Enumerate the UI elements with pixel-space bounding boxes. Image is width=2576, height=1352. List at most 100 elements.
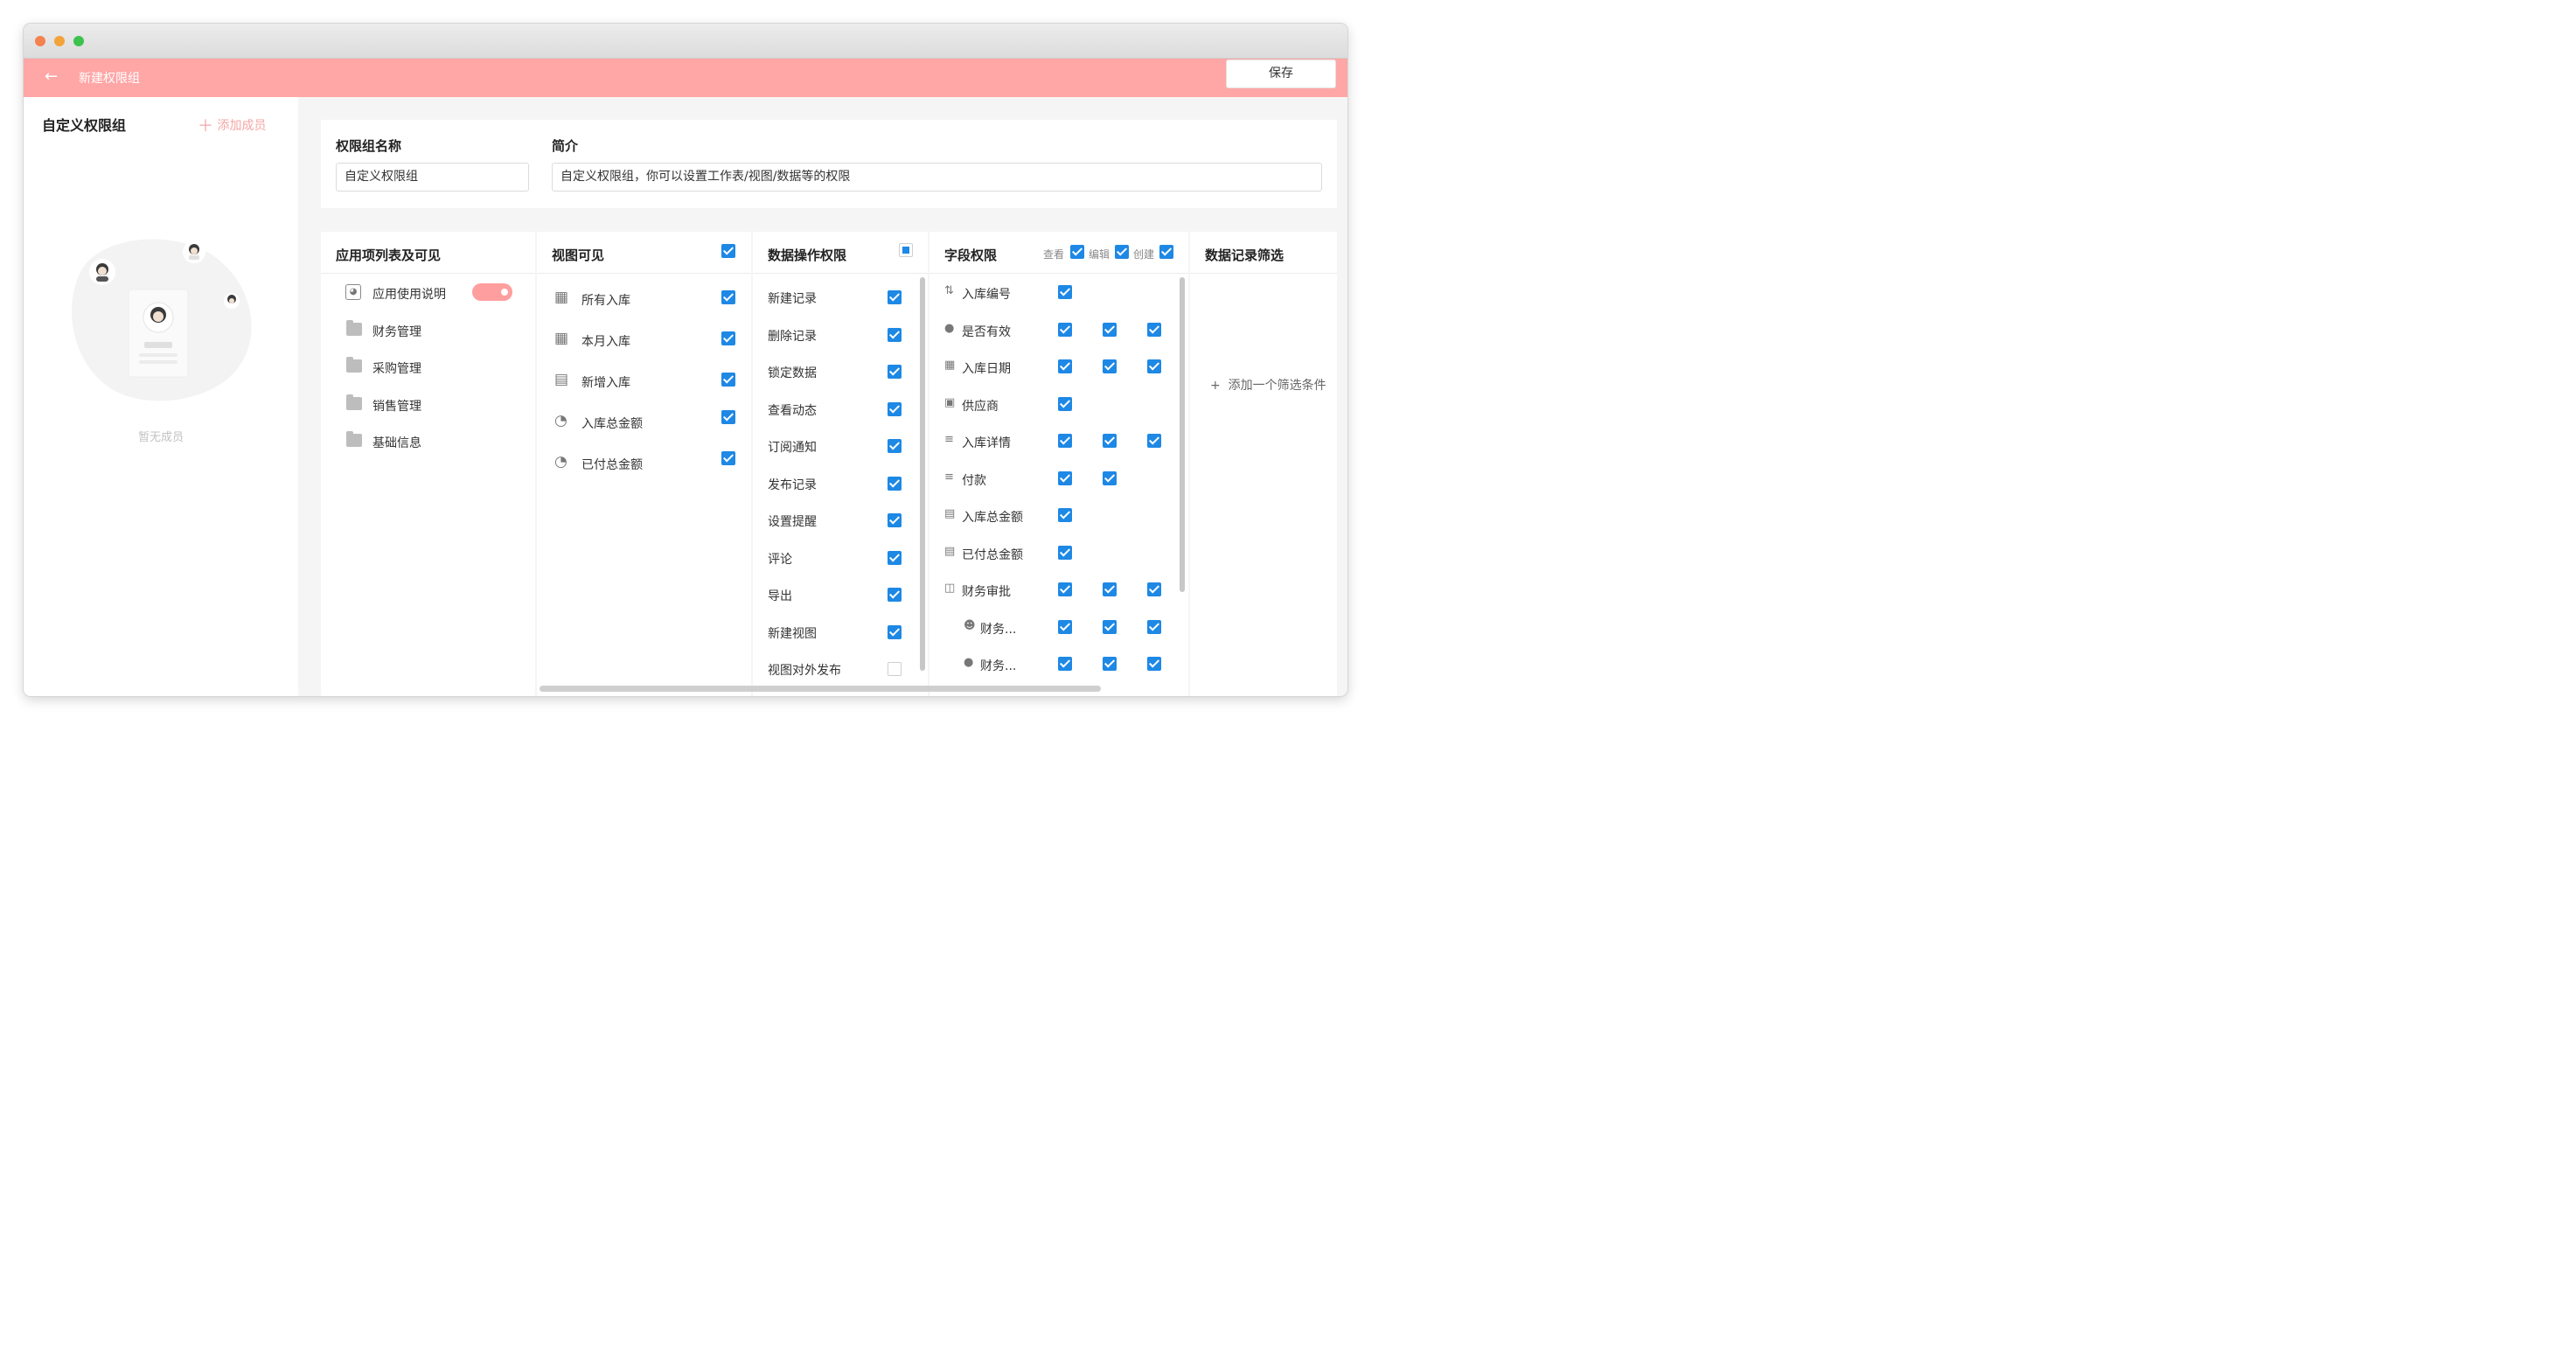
view-checkbox[interactable]: [721, 373, 735, 387]
field-edit-checkbox[interactable]: [1103, 359, 1117, 373]
field-create-checkbox[interactable]: [1147, 323, 1161, 337]
field-create-checkbox[interactable]: [1147, 657, 1161, 671]
folder-icon: [346, 431, 362, 447]
field-view-checkbox[interactable]: [1058, 657, 1072, 671]
field-view-checkbox[interactable]: [1058, 471, 1072, 485]
field-create-checkbox[interactable]: [1147, 582, 1161, 596]
field-edit-checkbox[interactable]: [1103, 582, 1117, 596]
arrow-left-icon[interactable]: ←: [45, 67, 58, 86]
visibility-toggle[interactable]: [472, 283, 512, 301]
op-item[interactable]: 发布记录: [753, 473, 928, 494]
app-item-label: 销售管理: [372, 400, 421, 414]
minimize-window-button[interactable]: [54, 36, 65, 46]
view-checkbox[interactable]: [721, 410, 735, 424]
field-label: 是否有效: [962, 325, 1011, 339]
plus-icon: +: [1210, 379, 1221, 393]
edit-all-checkbox[interactable]: [1115, 245, 1129, 259]
op-item[interactable]: 评论: [753, 547, 928, 568]
ops-scrollbar[interactable]: [920, 277, 925, 671]
app-item[interactable]: 销售管理: [321, 394, 535, 415]
view-checkbox[interactable]: [721, 451, 735, 465]
add-member-button[interactable]: ＋ 添加成员: [198, 114, 266, 136]
view-item[interactable]: ▦ 所有入库: [537, 289, 751, 310]
field-label: 财务...: [980, 623, 1017, 637]
op-checkbox[interactable]: [888, 513, 902, 527]
field-view-checkbox[interactable]: [1058, 323, 1072, 337]
op-item[interactable]: 设置提醒: [753, 510, 928, 531]
plus-icon: ＋: [198, 117, 213, 136]
close-window-button[interactable]: [35, 36, 45, 46]
group-name-input[interactable]: 自定义权限组: [336, 163, 529, 192]
op-checkbox[interactable]: [888, 439, 902, 453]
description-input[interactable]: 自定义权限组，你可以设置工作表/视图/数据等的权限: [552, 163, 1322, 192]
add-filter-button[interactable]: + 添加一个筛选条件: [1210, 376, 1326, 394]
formula-icon: ▤: [944, 545, 956, 558]
view-item[interactable]: ▤ 新增入库: [537, 371, 751, 392]
op-label: 评论: [768, 553, 792, 567]
op-checkbox[interactable]: [888, 662, 902, 676]
field-edit-checkbox[interactable]: [1103, 657, 1117, 671]
ops-select-all-checkbox[interactable]: [899, 243, 913, 257]
op-label: 锁定数据: [768, 366, 817, 380]
field-view-checkbox[interactable]: [1058, 620, 1072, 634]
op-item[interactable]: 新建视图: [753, 622, 928, 643]
op-checkbox[interactable]: [888, 402, 902, 416]
op-item[interactable]: 查看动态: [753, 399, 928, 420]
field-create-checkbox[interactable]: [1147, 620, 1161, 634]
app-item[interactable]: ◕ 应用使用说明: [321, 282, 535, 303]
field-view-checkbox[interactable]: [1058, 546, 1072, 560]
field-edit-checkbox[interactable]: [1103, 620, 1117, 634]
filter-panel-title: 数据记录筛选: [1205, 247, 1285, 263]
field-edit-checkbox[interactable]: [1103, 471, 1117, 485]
create-all-checkbox[interactable]: [1159, 245, 1173, 259]
field-label: 供应商: [962, 400, 999, 414]
field-view-checkbox[interactable]: [1058, 582, 1072, 596]
view-item[interactable]: ▦ 本月入库: [537, 330, 751, 351]
add-member-label: 添加成员: [217, 119, 267, 133]
view-visibility-panel: 视图可见 ▦ 所有入库 ▦ 本月入库 ▤ 新增入库 ◔ 入库总金额 ◔ 已付总金…: [537, 232, 751, 696]
field-view-checkbox[interactable]: [1058, 434, 1072, 448]
fields-scrollbar[interactable]: [1180, 277, 1185, 592]
form-icon: ▤: [554, 371, 569, 388]
op-checkbox[interactable]: [888, 588, 902, 602]
view-item[interactable]: ◔ 入库总金额: [537, 410, 751, 433]
op-item[interactable]: 锁定数据: [753, 361, 928, 382]
view-all-checkbox[interactable]: [1070, 245, 1084, 259]
field-view-checkbox[interactable]: [1058, 359, 1072, 373]
app-item[interactable]: 财务管理: [321, 320, 535, 341]
field-view-checkbox[interactable]: [1058, 508, 1072, 522]
field-create-checkbox[interactable]: [1147, 434, 1161, 448]
op-checkbox[interactable]: [888, 328, 902, 342]
op-checkbox[interactable]: [888, 365, 902, 379]
view-item-label: 已付总金额: [581, 458, 643, 472]
op-checkbox[interactable]: [888, 290, 902, 304]
op-label: 订阅通知: [768, 441, 817, 455]
field-row: ▣ 供应商: [929, 394, 1188, 415]
data-operations-panel: 数据操作权限 新建记录 删除记录 锁定数据 查看动态 订阅通知 发布记录 设置提…: [753, 232, 928, 696]
op-checkbox[interactable]: [888, 477, 902, 491]
op-item[interactable]: 订阅通知: [753, 436, 928, 456]
view-item[interactable]: ◔ 已付总金额: [537, 451, 751, 474]
field-view-checkbox[interactable]: [1058, 285, 1072, 299]
save-button[interactable]: 保存: [1226, 59, 1336, 88]
horizontal-scrollbar[interactable]: [540, 686, 1101, 692]
op-checkbox[interactable]: [888, 625, 902, 639]
view-checkbox[interactable]: [721, 331, 735, 345]
op-item[interactable]: 视图对外发布: [753, 659, 928, 679]
op-item[interactable]: 导出: [753, 584, 928, 605]
section-icon: ◫: [944, 582, 956, 595]
op-label: 删除记录: [768, 330, 817, 344]
app-item[interactable]: 基础信息: [321, 431, 535, 452]
views-select-all-checkbox[interactable]: [721, 244, 735, 258]
field-edit-checkbox[interactable]: [1103, 323, 1117, 337]
field-view-checkbox[interactable]: [1058, 397, 1072, 411]
view-checkbox[interactable]: [721, 290, 735, 304]
app-item[interactable]: 采购管理: [321, 357, 535, 378]
op-item[interactable]: 删除记录: [753, 324, 928, 345]
field-create-checkbox[interactable]: [1147, 359, 1161, 373]
field-label: 入库日期: [962, 362, 1011, 376]
field-edit-checkbox[interactable]: [1103, 434, 1117, 448]
op-item[interactable]: 新建记录: [753, 287, 928, 308]
op-checkbox[interactable]: [888, 551, 902, 565]
maximize-window-button[interactable]: [73, 36, 84, 46]
